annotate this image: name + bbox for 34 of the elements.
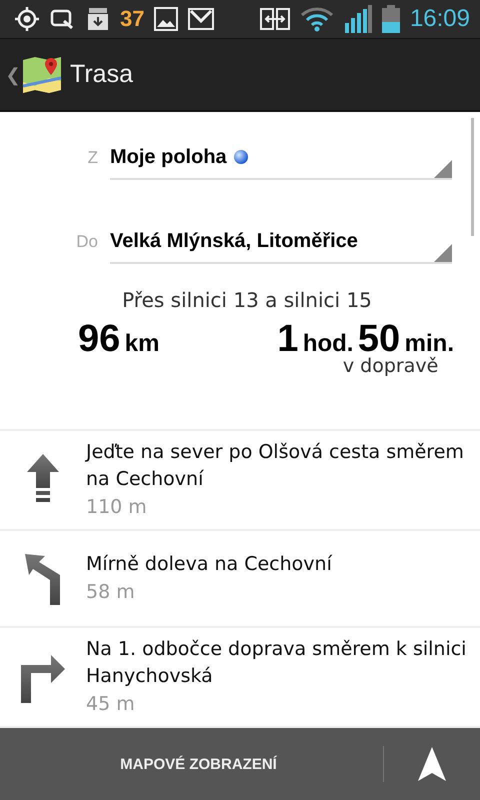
dropdown-corner-icon [434,244,452,262]
route-summary: Přes silnici 13 a silnici 15 [121,288,373,312]
clock: 16:09 [410,5,470,33]
gps-icon [14,6,40,32]
transfer-icon [260,8,290,30]
search-icon [50,7,76,31]
navigation-arrow-icon [417,746,447,782]
notification-count: 37 [120,6,144,32]
location-dropdown[interactable]: Velká Mlýnská, Litoměřice [110,220,452,264]
image-icon [154,7,178,31]
step-distance: 58 m [86,580,136,605]
direction-step[interactable]: Jeďte na sever po Olšová cesta směrem na Cechovní 110 m [0,431,480,531]
step-instruction: Na 1. odbočce doprava směrem k silnici Hanychovská [86,637,468,689]
total-distance: 96 km [78,318,160,361]
location-dropdown[interactable]: Moje poloha [110,136,452,180]
step-instruction: Jeďte na sever po Olšová cesta směrem na Cechovní [86,440,465,492]
download-icon [86,6,110,32]
battery-icon [382,5,400,33]
slight-left-arrow-icon [24,552,62,604]
screen-title: Trasa [70,60,133,89]
step-distance: 45 m [86,692,136,717]
back-button[interactable]: ❮ [0,64,22,86]
step-instruction: Mírně doleva na Cechovní [86,552,334,577]
direction-step[interactable]: Mírně doleva na Cechovní 58 m [0,531,480,628]
signal-icon [344,5,372,33]
field-label: Z [86,148,99,169]
wifi-icon [300,6,334,32]
location-dot-icon [232,149,249,165]
traffic-note: v dopravě [342,355,438,377]
map-pin-icon [22,56,62,94]
dropdown-corner-icon [434,160,452,178]
step-distance: 110 m [86,495,148,520]
field-label: Do [75,232,99,253]
mail-icon [188,8,214,30]
